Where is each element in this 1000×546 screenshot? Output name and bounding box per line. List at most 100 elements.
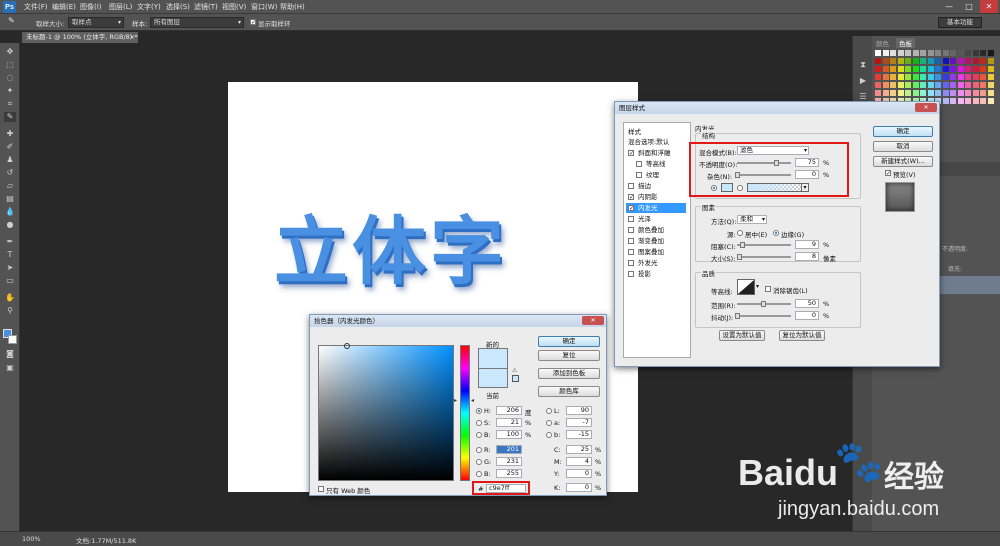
range-slider-thumb[interactable] [761, 301, 766, 307]
color-swatch[interactable] [912, 58, 919, 64]
color-swatch[interactable] [957, 90, 964, 96]
color-swatch[interactable] [875, 74, 881, 80]
color-swatch[interactable] [935, 66, 941, 72]
method-select[interactable]: 柔和 [737, 215, 767, 224]
style-checkbox[interactable] [628, 271, 634, 277]
color-swatch[interactable] [965, 50, 971, 56]
color-swatch[interactable] [882, 50, 889, 56]
color-swatch[interactable] [890, 82, 896, 88]
color-swatch[interactable] [920, 82, 926, 88]
tab-swatches[interactable]: 色板 [896, 38, 915, 48]
color-swatch[interactable] [890, 50, 896, 56]
color-swatch[interactable] [897, 58, 904, 64]
zoom-tool-icon[interactable]: ⚲ [4, 306, 16, 316]
style-item[interactable]: 等高线 [626, 159, 686, 169]
hue-left-arrow-icon[interactable]: ▸ [454, 397, 457, 404]
color-swatch[interactable] [927, 82, 934, 88]
l-field[interactable]: 90 [566, 406, 592, 415]
eyedropper-icon[interactable]: ✎ [8, 16, 15, 25]
color-swatch[interactable] [965, 58, 971, 64]
color-swatch[interactable] [965, 74, 971, 80]
color-swatch[interactable] [957, 82, 964, 88]
c-field[interactable]: 25 [566, 445, 592, 454]
healing-tool-icon[interactable]: ✚ [4, 129, 16, 139]
add-to-swatches-button[interactable]: 添加到色板 [538, 368, 600, 379]
screen-mode-icon[interactable]: ▣ [4, 363, 16, 373]
style-item[interactable]: 描边 [626, 181, 686, 191]
quick-select-tool-icon[interactable]: ✦ [4, 86, 16, 96]
color-swatch[interactable] [897, 74, 904, 80]
color-swatch[interactable] [905, 74, 911, 80]
new-style-button[interactable]: 新建样式(W)... [873, 156, 933, 167]
color-swatch[interactable] [987, 66, 994, 72]
color-swatch[interactable] [890, 66, 896, 72]
color-swatch[interactable] [920, 50, 926, 56]
color-swatch[interactable] [912, 50, 919, 56]
style-checkbox[interactable] [628, 183, 634, 189]
color-swatch[interactable] [935, 58, 941, 64]
color-swatch[interactable] [980, 90, 986, 96]
range-slider[interactable] [737, 301, 791, 307]
history-panel-icon[interactable]: ⧗ [857, 60, 869, 70]
color-swatch[interactable] [935, 90, 941, 96]
size-slider[interactable] [736, 254, 791, 260]
choke-field[interactable]: 9 [795, 240, 819, 249]
color-swatch[interactable] [920, 66, 926, 72]
color-swatch[interactable] [890, 90, 896, 96]
workspace-select[interactable]: 基本功能 [938, 17, 982, 28]
jitter-slider[interactable] [735, 313, 791, 319]
b-field[interactable]: 100 [496, 430, 522, 439]
color-swatch[interactable] [950, 50, 956, 56]
choke-slider[interactable] [737, 242, 791, 248]
color-swatch[interactable] [920, 58, 926, 64]
style-checkbox[interactable] [628, 249, 634, 255]
style-item[interactable]: 渐变叠加 [626, 236, 686, 246]
h-field[interactable]: 206 [496, 406, 522, 415]
shape-tool-icon[interactable]: ▭ [4, 276, 16, 286]
color-swatch[interactable] [987, 58, 994, 64]
web-safe-cube-icon[interactable] [512, 375, 519, 382]
web-only-checkbox[interactable] [318, 486, 324, 492]
color-swatch[interactable] [965, 98, 971, 104]
sample-select[interactable]: 所有图层 [150, 17, 244, 28]
color-libraries-button[interactable]: 颜色库 [538, 386, 600, 397]
color-swatch[interactable] [942, 98, 949, 104]
color-swatch[interactable] [905, 58, 911, 64]
style-checkbox[interactable]: ✓ [628, 150, 634, 157]
color-swatch[interactable] [912, 82, 919, 88]
blue-field[interactable]: 255 [496, 469, 522, 478]
color-swatch[interactable] [942, 90, 949, 96]
color-picker-close-icon[interactable]: ✕ [582, 316, 604, 325]
color-swatch[interactable] [950, 74, 956, 80]
menu-help[interactable]: 帮助(H) [280, 2, 305, 12]
menu-edit[interactable]: 编辑(E) [52, 2, 76, 12]
color-swatch[interactable] [980, 50, 986, 56]
tab-color[interactable]: 颜色 [876, 38, 889, 48]
style-checkbox[interactable]: ✓ [628, 205, 634, 212]
background-color-swatch[interactable] [8, 335, 17, 344]
color-swatch[interactable] [912, 66, 919, 72]
size-slider-thumb[interactable] [736, 254, 742, 260]
style-item[interactable]: 混合选项:默认 [626, 137, 686, 147]
history-brush-tool-icon[interactable]: ↺ [4, 168, 16, 178]
color-swatch[interactable] [980, 58, 986, 64]
color-swatch[interactable] [905, 66, 911, 72]
s-radio[interactable] [476, 420, 482, 426]
color-swatch[interactable] [972, 66, 979, 72]
color-swatch[interactable] [972, 50, 979, 56]
blue-radio[interactable] [476, 471, 482, 477]
hue-right-arrow-icon[interactable]: ◂ [471, 397, 474, 404]
color-swatch[interactable] [875, 66, 881, 72]
color-swatch[interactable] [927, 74, 934, 80]
color-swatch[interactable] [935, 82, 941, 88]
hand-tool-icon[interactable]: ✋ [4, 293, 16, 303]
jitter-slider-thumb[interactable] [735, 313, 740, 319]
k-field[interactable]: 0 [566, 483, 592, 492]
marquee-tool-icon[interactable]: ⬚ [4, 60, 16, 70]
maximize-button[interactable]: □ [960, 0, 978, 13]
crop-tool-icon[interactable]: ⌗ [4, 99, 16, 109]
choke-slider-thumb[interactable] [739, 242, 745, 248]
color-swatch[interactable] [927, 50, 934, 56]
type-tool-icon[interactable]: T [4, 250, 16, 260]
pen-tool-icon[interactable]: ✒ [4, 237, 16, 247]
